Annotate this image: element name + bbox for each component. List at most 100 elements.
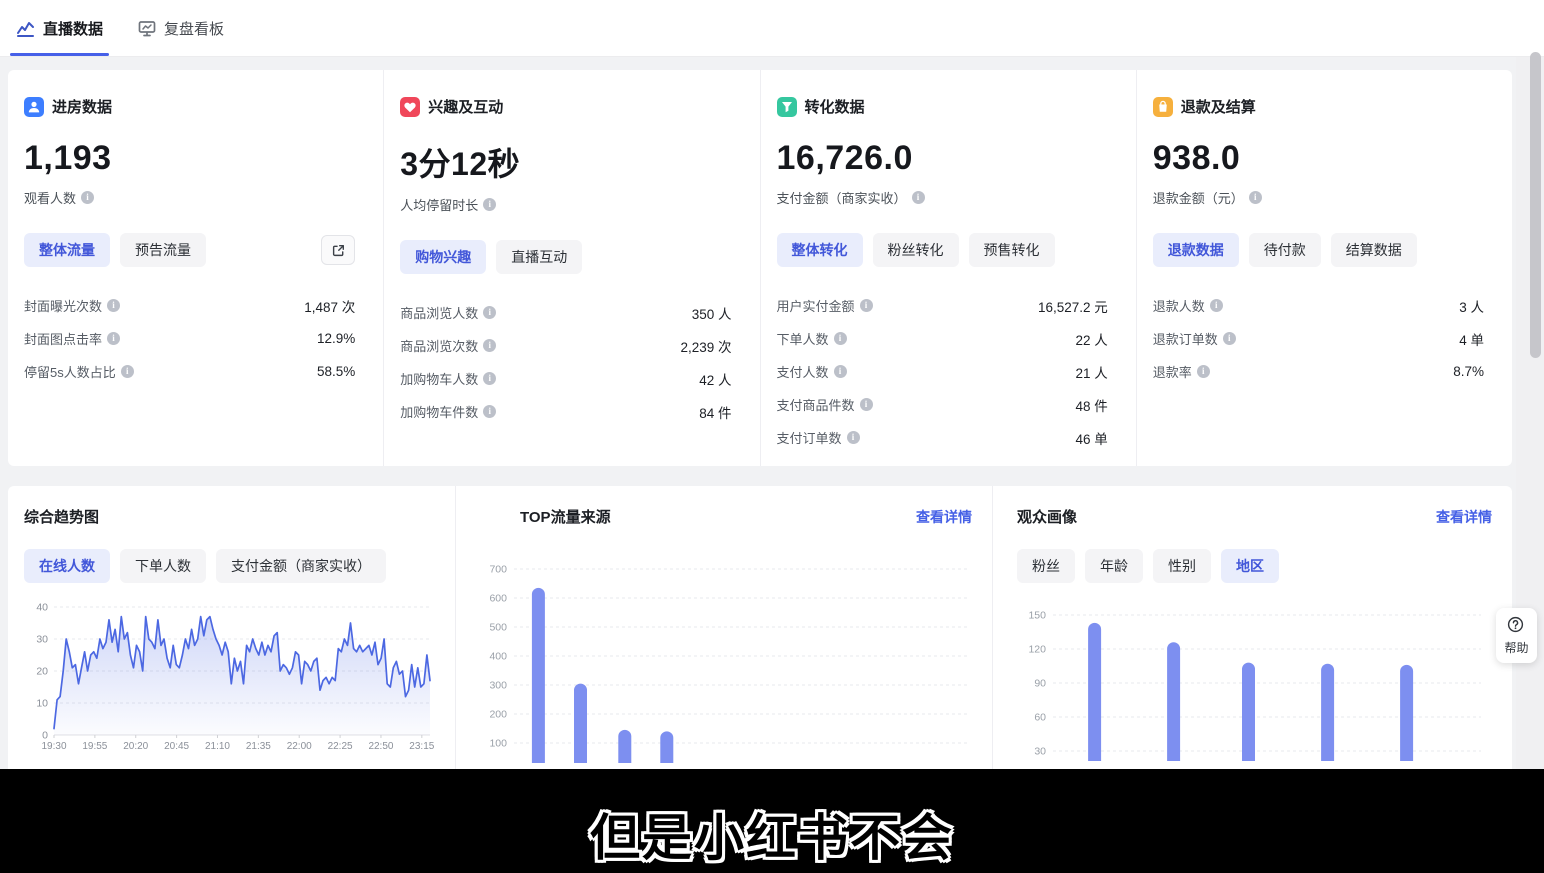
svg-text:40: 40 xyxy=(36,602,48,614)
info-icon[interactable]: i xyxy=(860,398,873,411)
metric-row: 加购物车件数i 84 件 xyxy=(400,395,731,428)
metric-row: 支付人数i 21 人 xyxy=(777,355,1108,388)
big-value-label: 人均停留时长i xyxy=(400,195,731,214)
user-icon xyxy=(24,97,44,117)
svg-text:90: 90 xyxy=(1034,678,1046,690)
info-icon[interactable]: i xyxy=(834,365,847,378)
big-value: 1,193 xyxy=(24,139,355,178)
tab-gender[interactable]: 性别 xyxy=(1153,549,1211,583)
stat-card-interest: 兴趣及互动 3分12秒 人均停留时长i 购物兴趣 直播互动 商品浏览人数i 35… xyxy=(384,70,760,466)
help-label: 帮助 xyxy=(1504,639,1528,656)
info-icon[interactable]: i xyxy=(483,198,496,211)
tab-overall-traffic[interactable]: 整体流量 xyxy=(24,233,110,267)
svg-text:120: 120 xyxy=(1028,644,1046,656)
info-icon[interactable]: i xyxy=(834,332,847,345)
info-icon[interactable]: i xyxy=(847,431,860,444)
audience-bar-chart: 306090120150 xyxy=(1009,599,1492,766)
section-trend: 综合趋势图 在线人数 下单人数 支付金额（商家实收） 01020304019:3… xyxy=(8,486,456,769)
tab-online-users[interactable]: 在线人数 xyxy=(24,549,110,583)
info-icon[interactable]: i xyxy=(860,299,873,312)
metric-row: 停留5s人数占比i 58.5% xyxy=(24,355,355,388)
external-link-button[interactable] xyxy=(321,235,355,265)
card-title: 转化数据 xyxy=(805,96,865,117)
tab-payment-amount[interactable]: 支付金额（商家实收） xyxy=(216,549,386,583)
tab-presale-conversion[interactable]: 预售转化 xyxy=(969,233,1055,267)
video-subtitle-bar: 但是小红书不会 xyxy=(0,769,1544,873)
metric-row: 退款率i 8.7% xyxy=(1153,355,1484,388)
traffic-bar-chart: 100200300400500600700 xyxy=(472,551,972,768)
info-icon[interactable]: i xyxy=(1210,299,1223,312)
stat-card-refund: 退款及结算 938.0 退款金额（元）i 退款数据 待付款 结算数据 退款人数i… xyxy=(1137,70,1512,466)
info-icon[interactable]: i xyxy=(1197,365,1210,378)
info-icon[interactable]: i xyxy=(912,191,925,204)
section-title: 观众画像 xyxy=(1017,506,1077,527)
metric-row: 商品浏览次数i 2,239 次 xyxy=(400,329,731,362)
svg-text:21:10: 21:10 xyxy=(205,741,230,752)
svg-text:700: 700 xyxy=(489,564,507,576)
svg-text:21:35: 21:35 xyxy=(246,741,271,752)
view-details-link[interactable]: 查看详情 xyxy=(916,507,972,527)
top-tab-bar: 直播数据 复盘看板 xyxy=(0,0,1544,57)
active-tab-underline xyxy=(10,53,109,56)
tab-preview-traffic[interactable]: 预告流量 xyxy=(120,233,206,267)
metric-row: 封面图点击率i 12.9% xyxy=(24,322,355,355)
tab-shopping-interest[interactable]: 购物兴趣 xyxy=(400,240,486,274)
subtitle-text: 但是小红书不会 xyxy=(590,798,954,870)
tab-order-users[interactable]: 下单人数 xyxy=(120,549,206,583)
metric-row: 退款订单数i 4 单 xyxy=(1153,322,1484,355)
section-title: 综合趋势图 xyxy=(24,506,99,527)
info-icon[interactable]: i xyxy=(107,332,120,345)
info-icon[interactable]: i xyxy=(483,339,496,352)
svg-text:22:25: 22:25 xyxy=(328,741,353,752)
svg-text:0: 0 xyxy=(42,730,48,742)
view-details-link[interactable]: 查看详情 xyxy=(1436,507,1492,527)
tab-age[interactable]: 年龄 xyxy=(1085,549,1143,583)
tab-refund-data[interactable]: 退款数据 xyxy=(1153,233,1239,267)
charts-card: 综合趋势图 在线人数 下单人数 支付金额（商家实收） 01020304019:3… xyxy=(8,486,1512,769)
svg-text:22:00: 22:00 xyxy=(287,741,312,752)
scrollbar-thumb[interactable] xyxy=(1530,52,1541,358)
metric-row: 用户实付金额i 16,527.2 元 xyxy=(777,289,1108,322)
tab-label: 复盘看板 xyxy=(164,18,224,39)
help-button[interactable]: 帮助 xyxy=(1496,608,1537,663)
info-icon[interactable]: i xyxy=(483,372,496,385)
big-value-label: 退款金额（元）i xyxy=(1153,188,1484,207)
tab-live-interaction[interactable]: 直播互动 xyxy=(496,240,582,274)
tab-overall-conversion[interactable]: 整体转化 xyxy=(777,233,863,267)
info-icon[interactable]: i xyxy=(483,306,496,319)
info-icon[interactable]: i xyxy=(121,365,134,378)
info-icon[interactable]: i xyxy=(1249,191,1262,204)
info-icon[interactable]: i xyxy=(107,299,120,312)
tab-fans[interactable]: 粉丝 xyxy=(1017,549,1075,583)
svg-text:30: 30 xyxy=(36,634,48,646)
card-title: 退款及结算 xyxy=(1181,96,1256,117)
tab-review-board[interactable]: 复盘看板 xyxy=(135,0,226,56)
heart-icon xyxy=(400,97,420,117)
info-icon[interactable]: i xyxy=(483,405,496,418)
info-icon[interactable]: i xyxy=(1223,332,1236,345)
big-value: 16,726.0 xyxy=(777,139,1108,178)
tab-fan-conversion[interactable]: 粉丝转化 xyxy=(873,233,959,267)
trend-line-chart: 01020304019:3019:5520:2020:4521:1021:352… xyxy=(24,597,435,762)
svg-text:200: 200 xyxy=(489,709,507,721)
svg-text:22:50: 22:50 xyxy=(368,741,393,752)
tab-live-data[interactable]: 直播数据 xyxy=(14,0,105,56)
metric-row: 商品浏览人数i 350 人 xyxy=(400,296,731,329)
info-icon[interactable]: i xyxy=(81,191,94,204)
tab-settlement-data[interactable]: 结算数据 xyxy=(1331,233,1417,267)
metric-row: 加购物车人数i 42 人 xyxy=(400,362,731,395)
card-title: 进房数据 xyxy=(52,96,112,117)
big-value: 938.0 xyxy=(1153,139,1484,178)
svg-text:500: 500 xyxy=(489,622,507,634)
big-value-label: 观看人数i xyxy=(24,188,355,207)
tab-label: 直播数据 xyxy=(43,18,103,39)
svg-text:19:30: 19:30 xyxy=(41,741,66,752)
svg-text:20:45: 20:45 xyxy=(164,741,189,752)
tab-pending-payment[interactable]: 待付款 xyxy=(1249,233,1321,267)
svg-text:20: 20 xyxy=(36,666,48,678)
tab-region[interactable]: 地区 xyxy=(1221,549,1279,583)
bag-icon xyxy=(1153,97,1173,117)
metric-row: 退款人数i 3 人 xyxy=(1153,289,1484,322)
svg-text:20:20: 20:20 xyxy=(123,741,148,752)
stat-card-room-entry: 进房数据 1,193 观看人数i 整体流量 预告流量 封面曝光次数i 1,487… xyxy=(8,70,384,466)
